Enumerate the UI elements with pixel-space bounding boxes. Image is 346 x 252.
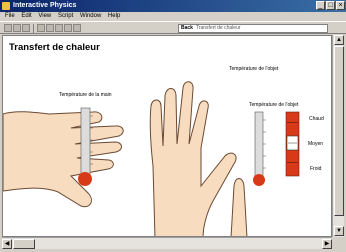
object-temp-label: Température de l'objet xyxy=(249,102,299,108)
address-field[interactable]: Back Transfert de chaleur xyxy=(178,24,328,33)
scroll-up-button[interactable]: ▲ xyxy=(334,35,344,45)
address-label: Back xyxy=(181,25,193,31)
window-title: Interactive Physics xyxy=(13,2,77,9)
app-icon xyxy=(2,2,10,10)
horizontal-scrollbar[interactable]: ◀ ▶ xyxy=(2,237,332,249)
toolbar: Back Transfert de chaleur xyxy=(0,21,346,34)
cut-icon[interactable] xyxy=(37,24,45,32)
hand-thermometer-bulb xyxy=(78,172,92,186)
level-medium-label: Moyen xyxy=(308,141,324,147)
paste-icon[interactable] xyxy=(55,24,63,32)
close-button[interactable]: × xyxy=(336,1,345,10)
object-thermometer xyxy=(254,111,264,179)
open-icon[interactable] xyxy=(13,24,21,32)
hand-thermometer xyxy=(80,107,91,179)
scroll-down-button[interactable]: ▼ xyxy=(334,226,344,236)
menu-help[interactable]: Help xyxy=(108,12,120,21)
menu-bar: File Edit View Script Window Help xyxy=(0,12,346,21)
scroll-left-button[interactable]: ◀ xyxy=(2,239,12,249)
save-icon[interactable] xyxy=(22,24,30,32)
right-hand xyxy=(149,81,237,236)
hand-temp-label: Température de la main xyxy=(59,92,112,98)
help-icon[interactable] xyxy=(73,24,81,32)
minimize-button[interactable]: _ xyxy=(316,1,325,10)
maximize-button[interactable]: □ xyxy=(326,1,335,10)
level-hot-label: Chaud xyxy=(309,116,324,122)
simulation-canvas[interactable]: Transfert de chaleur Température de l'ob… xyxy=(2,35,332,237)
new-icon[interactable] xyxy=(4,24,12,32)
address-value: Transfert de chaleur xyxy=(195,25,241,31)
object-thermometer-ticks xyxy=(263,119,266,169)
menu-view[interactable]: View xyxy=(38,12,51,21)
vertical-scrollbar[interactable]: ▲ ▼ xyxy=(332,35,344,237)
left-hand xyxy=(3,111,124,208)
object-temp-title: Température de l'objet xyxy=(229,66,279,72)
app-window: Interactive Physics _ □ × File Edit View… xyxy=(0,0,346,252)
menu-file[interactable]: File xyxy=(5,12,15,21)
menu-edit[interactable]: Edit xyxy=(21,12,31,21)
hands-scene xyxy=(3,81,300,236)
page-title: Transfert de chaleur xyxy=(9,42,100,53)
print-icon[interactable] xyxy=(64,24,72,32)
object-finger xyxy=(230,178,248,236)
level-cold-label: Froid xyxy=(310,166,322,172)
copy-icon[interactable] xyxy=(46,24,54,32)
object-thermometer-bulb xyxy=(253,174,265,186)
scroll-right-button[interactable]: ▶ xyxy=(322,239,332,249)
vertical-scroll-thumb[interactable] xyxy=(334,46,344,216)
menu-window[interactable]: Window xyxy=(80,12,101,21)
toolbar-separator xyxy=(33,24,34,33)
menu-script[interactable]: Script xyxy=(58,12,73,21)
title-bar: Interactive Physics _ □ × xyxy=(0,0,346,12)
horizontal-scroll-thumb[interactable] xyxy=(13,239,35,249)
